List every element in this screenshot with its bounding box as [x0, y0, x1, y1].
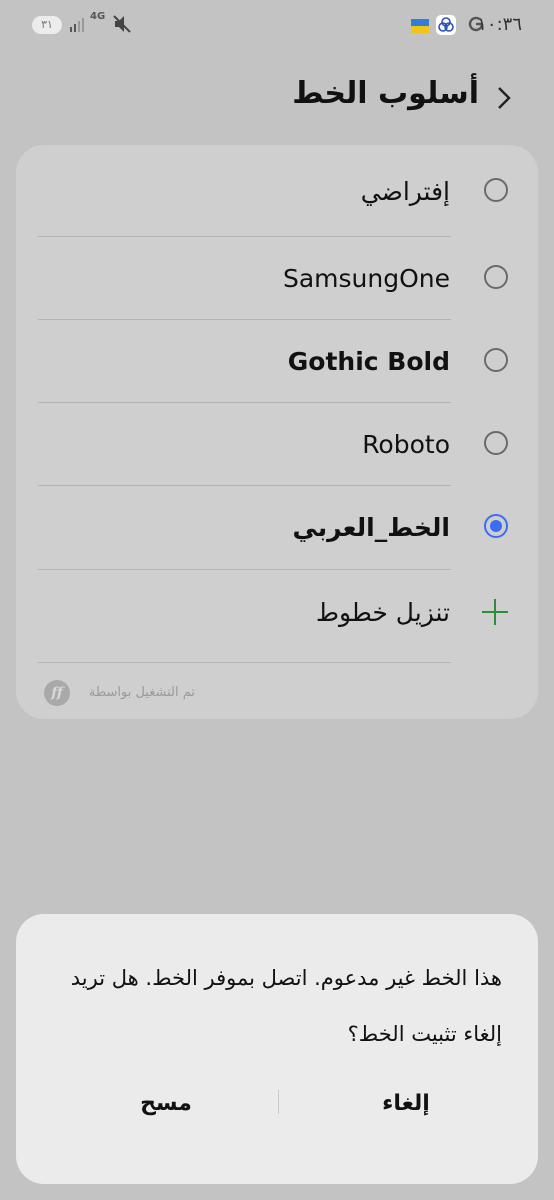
- font-option-label: Roboto: [362, 430, 450, 459]
- chevron-right-icon: [498, 87, 511, 109]
- powered-by-text: تم التشغيل بواسطة: [88, 685, 195, 700]
- signal-icon: [70, 18, 84, 32]
- dialog-message: هذا الخط غير مدعوم. اتصل بموفر الخط. هل …: [70, 966, 502, 1046]
- battery-indicator: ٣١: [32, 16, 62, 34]
- font-option-default[interactable]: إفتراضي: [16, 150, 538, 233]
- mute-icon: [113, 15, 131, 33]
- download-fonts-label: تنزيل خطوط: [315, 598, 450, 627]
- font-option-roboto[interactable]: Roboto: [16, 403, 538, 486]
- delete-button[interactable]: مسح: [76, 1082, 256, 1126]
- font-option-arabic[interactable]: الخط_العربي: [16, 486, 538, 569]
- radio-button[interactable]: [484, 431, 508, 455]
- font-style-list: إفتراضي SamsungOne Gothic Bold Roboto ال…: [16, 145, 538, 719]
- app-notification-icon: [436, 15, 456, 35]
- radio-button-selected[interactable]: [484, 514, 508, 538]
- font-option-samsungone[interactable]: SamsungOne: [16, 237, 538, 320]
- font-option-label: SamsungOne: [282, 264, 450, 293]
- button-divider: [278, 1090, 279, 1114]
- back-button[interactable]: [492, 84, 516, 112]
- clock: ١٠:٣٦: [477, 14, 522, 35]
- font-option-label: إفتراضي: [360, 177, 450, 206]
- network-type: 4G: [90, 11, 106, 22]
- status-bar: ٣١ 4G ١٠:٣٦: [0, 0, 554, 52]
- divider: [38, 662, 451, 663]
- font-option-gothic-bold[interactable]: Gothic Bold: [16, 320, 538, 403]
- cancel-button[interactable]: إلغاء: [316, 1082, 496, 1126]
- flipfont-logo: ff: [44, 680, 70, 706]
- radio-button[interactable]: [484, 265, 508, 289]
- page-title: أسلوب الخط: [292, 76, 479, 111]
- plus-icon: [482, 599, 508, 625]
- radio-button[interactable]: [484, 348, 508, 372]
- header: أسلوب الخط: [0, 70, 554, 122]
- font-option-label: Gothic Bold: [287, 347, 450, 376]
- font-option-label: الخط_العربي: [292, 513, 450, 542]
- download-fonts-row[interactable]: تنزيل خطوط: [16, 571, 538, 654]
- radio-button[interactable]: [484, 178, 508, 202]
- unsupported-font-dialog: هذا الخط غير مدعوم. اتصل بموفر الخط. هل …: [16, 914, 538, 1184]
- divider: [38, 569, 451, 570]
- flag-icon: [411, 18, 429, 33]
